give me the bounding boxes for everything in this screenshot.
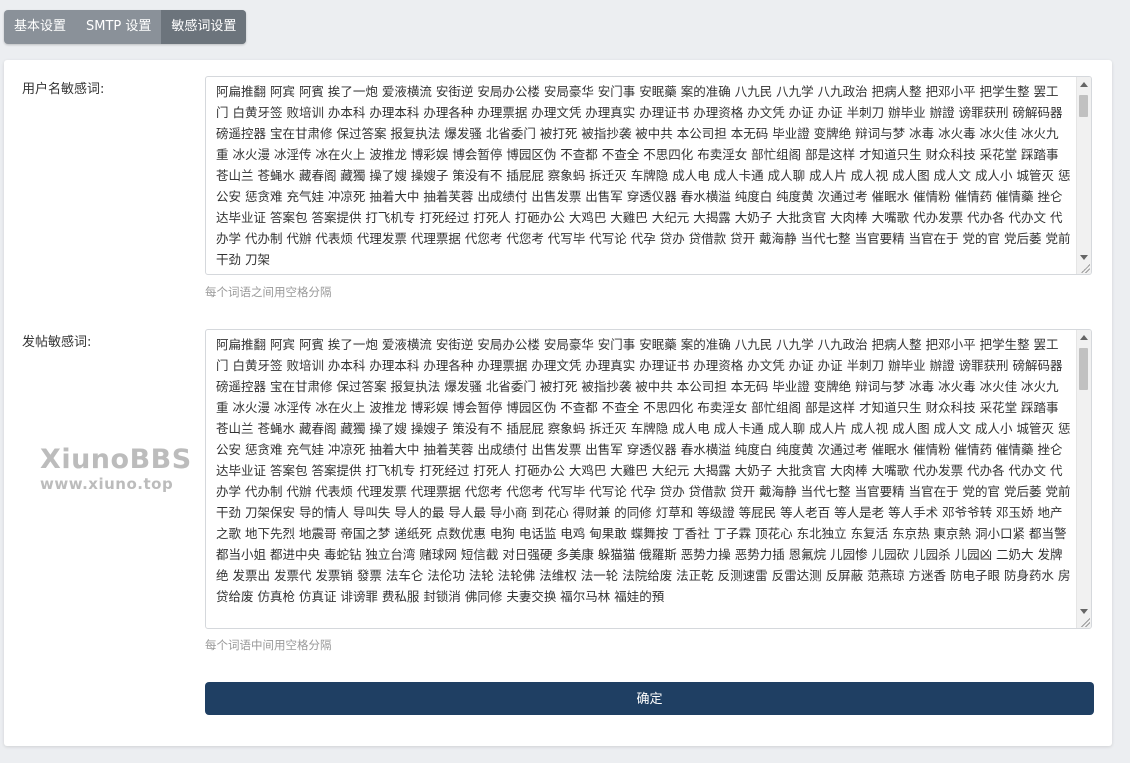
tab-sensitive-words[interactable]: 敏感词设置 xyxy=(161,10,247,44)
post-filter-hint: 每个词语中间用空格分隔 xyxy=(205,638,332,652)
username-filter-text: 阿扁推翻 阿宾 阿賓 挨了一炮 爱液横流 安街逆 安局办公楼 安局豪华 安门事 … xyxy=(216,84,1071,267)
submit-button[interactable]: 确定 xyxy=(205,682,1094,715)
scroll-thumb[interactable] xyxy=(1079,95,1088,117)
scroll-thumb[interactable] xyxy=(1079,348,1088,390)
settings-tabs: 基本设置 SMTP 设置 敏感词设置 xyxy=(4,10,247,44)
tab-smtp-settings[interactable]: SMTP 设置 xyxy=(76,10,161,44)
scroll-up-arrow-icon[interactable] xyxy=(1080,335,1088,340)
username-filter-scrollbar[interactable] xyxy=(1076,77,1091,274)
username-filter-textarea[interactable]: 阿扁推翻 阿宾 阿賓 挨了一炮 爱液横流 安街逆 安局办公楼 安局豪华 安门事 … xyxy=(205,76,1092,275)
scroll-down-arrow-icon[interactable] xyxy=(1080,255,1088,260)
post-filter-label: 发帖敏感词: xyxy=(22,335,92,350)
watermark-url: www.xiuno.top xyxy=(40,475,174,493)
resize-handle-icon[interactable] xyxy=(1080,617,1090,627)
watermark-logo: XiunoBBS www.xiuno.top xyxy=(40,444,200,494)
username-filter-label: 用户名敏感词: xyxy=(22,82,105,97)
scroll-up-arrow-icon[interactable] xyxy=(1080,82,1088,87)
watermark-title: XiunoBBS xyxy=(40,444,192,475)
resize-handle-icon[interactable] xyxy=(1080,263,1090,273)
username-filter-hint: 每个词语之间用空格分隔 xyxy=(205,285,332,299)
post-filter-textarea[interactable]: 阿扁推翻 阿宾 阿賓 挨了一炮 爱液横流 安街逆 安局办公楼 安局豪华 安门事 … xyxy=(205,329,1092,629)
settings-card: 用户名敏感词: 阿扁推翻 阿宾 阿賓 挨了一炮 爱液横流 安街逆 安局办公楼 安… xyxy=(4,60,1112,746)
post-filter-scrollbar[interactable] xyxy=(1076,330,1091,628)
tab-basic-settings[interactable]: 基本设置 xyxy=(4,10,76,44)
post-filter-text: 阿扁推翻 阿宾 阿賓 挨了一炮 爱液横流 安街逆 安局办公楼 安局豪华 安门事 … xyxy=(216,337,1071,604)
scroll-down-arrow-icon[interactable] xyxy=(1080,609,1088,614)
